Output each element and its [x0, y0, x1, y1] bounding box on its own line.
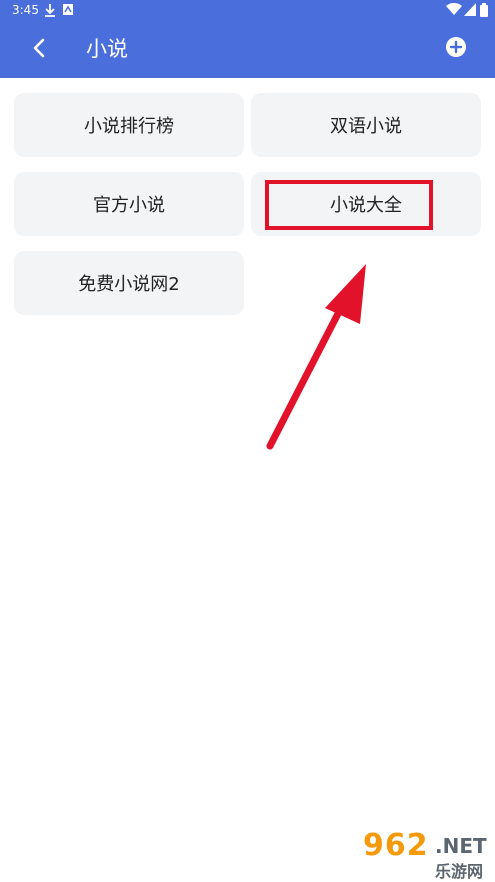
watermark-cn: 乐游网	[435, 862, 484, 881]
watermark-digits: 962	[363, 828, 429, 863]
red-arrow-annotation	[266, 264, 366, 450]
watermark-logo: 962 .NET 乐游网	[355, 828, 495, 881]
watermark-suffix: .NET	[435, 834, 487, 858]
